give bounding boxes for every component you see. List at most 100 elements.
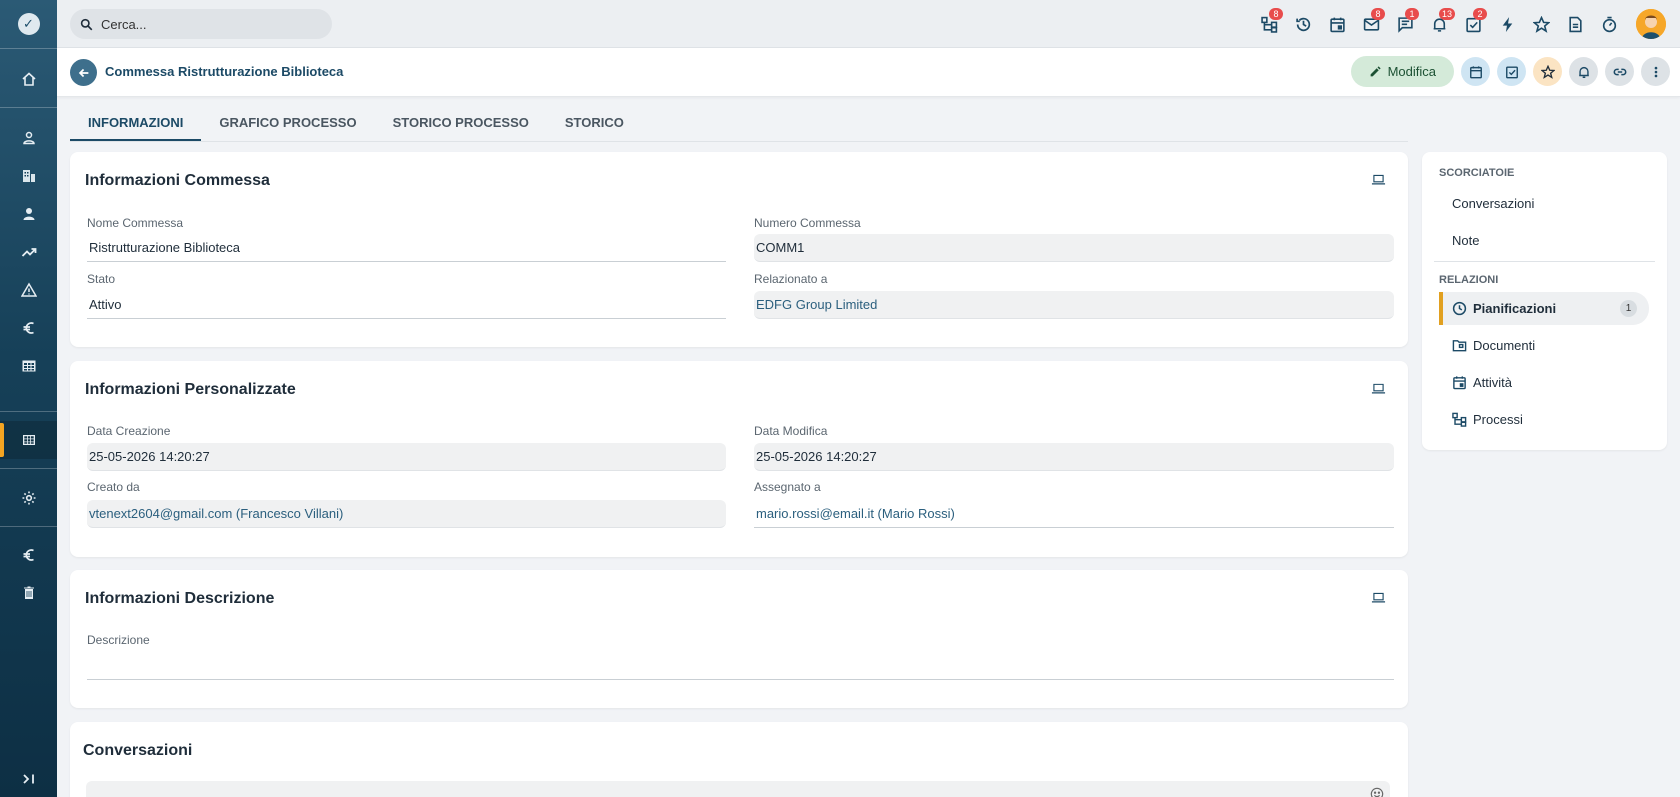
processes-button[interactable]: 8 [1252,7,1286,41]
toggle-view-button[interactable] [1371,381,1386,401]
field-value-nome-commessa[interactable]: Ristrutturazione Biblioteca [87,234,726,262]
sidebar-item-projects[interactable] [0,421,57,459]
sidebar-item-trash[interactable] [0,574,57,612]
sidebar-item-contacts[interactable] [0,119,57,157]
sidebar-item-sales[interactable] [0,233,57,271]
sidebar-item-users[interactable] [0,195,57,233]
arrow-left-icon [78,68,88,77]
notification-badge: 2 [1473,8,1487,20]
warning-icon [20,282,37,297]
card-title: Informazioni Commessa [85,172,270,189]
sidebar-item-settings[interactable] [0,479,57,517]
field-value-numero-commessa: COMM1 [754,234,1394,262]
laptop-icon [1371,174,1386,185]
toggle-view-button[interactable] [1371,590,1386,610]
notification-badge: 1 [1405,8,1419,20]
tab-informazioni[interactable]: INFORMAZIONI [70,104,202,142]
field-label: Stato [87,272,116,286]
sidebar-item-finance[interactable] [0,309,57,347]
field-label: Descrizione [87,633,150,647]
field-value-data-creazione: 25-05-2026 14:20:27 [87,443,726,471]
field-value-stato[interactable]: Attivo [87,291,726,319]
more-options-button[interactable] [1641,57,1670,86]
toggle-view-button[interactable] [1371,172,1386,192]
bell-icon [1578,66,1589,78]
relation-pianificazioni[interactable]: Pianificazioni 1 [1439,292,1649,325]
edit-button[interactable]: Modifica [1350,56,1454,87]
field-label: Nome Commessa [87,216,184,230]
card-conversazioni: Conversazioni [70,722,1408,797]
folder-icon [1452,340,1467,352]
sidebar-item-home[interactable] [0,60,57,98]
conversation-input[interactable] [86,781,1390,797]
sidebar-divider [0,411,57,412]
shortcuts-heading: SCORCIATOIE [1439,167,1515,179]
favorite-button[interactable] [1533,57,1562,86]
user-avatar-icon [1636,9,1666,39]
field-value-creato-da[interactable]: vtenext2604@gmail.com (Francesco Villani… [87,500,726,528]
documents-button[interactable] [1558,7,1592,41]
euro-icon [23,322,34,334]
notifications-button[interactable]: 13 [1422,7,1456,41]
tab-storico-processo[interactable]: STORICO PROCESSO [375,104,547,142]
sidebar-item-warnings[interactable] [0,271,57,309]
search-bar[interactable] [70,9,332,39]
field-label: Data Modifica [754,424,828,438]
sidebar-expand-button[interactable] [0,760,57,797]
calendar-button[interactable] [1320,7,1354,41]
add-task-button[interactable] [1497,57,1526,86]
add-event-button[interactable] [1461,57,1490,86]
tasks-button[interactable]: 2 [1456,7,1490,41]
favorites-button[interactable] [1524,7,1558,41]
relation-label: Processi [1473,412,1523,427]
building-icon [22,170,35,182]
sidebar-divider [0,107,57,108]
field-value-assegnato-a[interactable]: mario.rossi@email.it (Mario Rossi) [754,500,1394,528]
laptop-icon [1371,592,1386,603]
sidebar-item-companies[interactable] [0,157,57,195]
sidebar: ✓ [0,0,57,797]
grid-icon [22,435,35,445]
more-vertical-icon [1654,66,1657,77]
chat-button[interactable]: 1 [1388,7,1422,41]
card-informazioni-personalizzate: Informazioni Personalizzate Data Creazio… [70,361,1408,557]
user-avatar[interactable] [1636,9,1666,39]
field-value-descrizione[interactable] [87,652,1394,680]
tab-storico[interactable]: STORICO [547,104,642,142]
sidebar-item-billing[interactable] [0,536,57,574]
field-value-relazionato-a[interactable]: EDFG Group Limited [754,291,1394,319]
notification-badge: 13 [1439,8,1456,20]
timer-button[interactable] [1592,7,1626,41]
smiley-icon [1370,787,1384,797]
history-button[interactable] [1286,7,1320,41]
field-label: Creato da [87,480,140,494]
timer-icon [1602,16,1616,32]
quick-actions-button[interactable] [1490,7,1524,41]
follow-button[interactable] [1569,57,1598,86]
topbar: 8 8 1 13 2 [57,0,1680,48]
emoji-button[interactable] [1370,787,1384,797]
mail-button[interactable]: 8 [1354,7,1388,41]
relation-attivita[interactable]: Attività [1439,366,1649,399]
relation-label: Attività [1473,375,1513,390]
search-input[interactable] [101,16,301,32]
field-value-data-modifica: 25-05-2026 14:20:27 [754,443,1394,471]
card-title: Conversazioni [83,742,193,759]
search-icon [80,18,93,30]
sidebar-divider [0,48,57,49]
shortcut-conversazioni[interactable]: Conversazioni [1452,196,1534,211]
processes-icon [1452,412,1467,427]
back-button[interactable] [70,59,97,86]
panel-divider [1434,261,1655,262]
calendar-icon [1469,65,1482,78]
relation-documenti[interactable]: Documenti [1439,329,1649,362]
tab-grafico-processo[interactable]: GRAFICO PROCESSO [201,104,374,142]
field-label: Data Creazione [87,424,171,438]
field-label: Numero Commessa [754,216,861,230]
shortcut-note[interactable]: Note [1452,233,1479,248]
link-button[interactable] [1605,57,1634,86]
app-logo[interactable]: ✓ [0,0,57,48]
relation-processi[interactable]: Processi [1439,403,1649,436]
person-outline-icon [22,131,35,145]
sidebar-item-tables[interactable] [0,347,57,385]
